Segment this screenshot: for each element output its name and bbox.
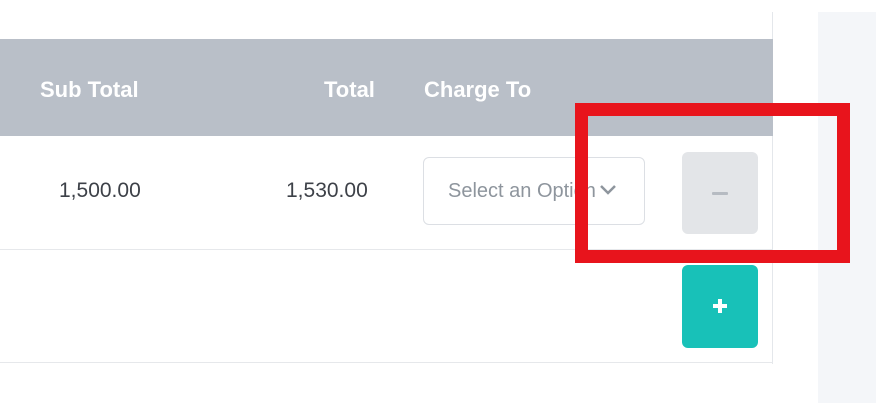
header-total: Total — [324, 77, 375, 102]
minus-icon — [712, 192, 728, 195]
charge-to-select[interactable]: Select an Option — [423, 157, 645, 225]
header-charge-to: Charge To — [424, 77, 532, 102]
cell-total: 1,530.00 — [286, 179, 368, 202]
select-placeholder: Select an Option — [448, 180, 596, 202]
remove-row-button[interactable] — [682, 152, 758, 234]
row-divider — [0, 249, 773, 250]
cell-sub-total: 1,500.00 — [59, 179, 141, 202]
table-header: Sub Total Total Charge To — [0, 39, 773, 136]
add-row-button[interactable] — [682, 265, 758, 348]
table-bottom-divider — [0, 362, 773, 363]
header-sub-total: Sub Total — [40, 77, 139, 102]
chevron-down-icon — [600, 185, 616, 195]
right-side-panel — [818, 12, 876, 403]
